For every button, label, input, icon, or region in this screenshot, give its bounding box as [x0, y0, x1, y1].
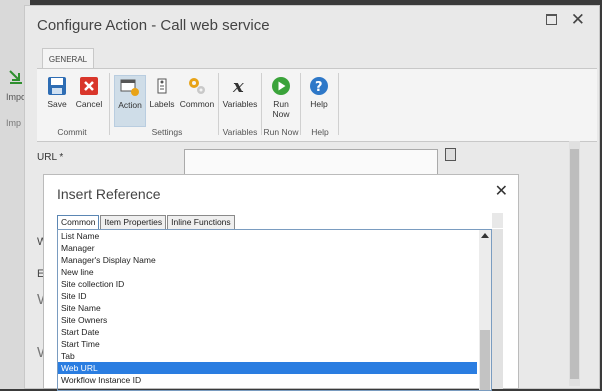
- tab-item-properties[interactable]: Item Properties: [100, 215, 167, 230]
- listbox-scrollbar[interactable]: [479, 230, 491, 390]
- group-help: Help: [311, 127, 329, 137]
- scrollbar-thumb[interactable]: [570, 149, 579, 379]
- list-item[interactable]: Site Name: [58, 302, 477, 314]
- list-item[interactable]: Tab: [58, 350, 477, 362]
- common-gears-icon: [186, 75, 208, 97]
- cancel-label: Cancel: [75, 99, 103, 109]
- ribbon-separator: [338, 73, 339, 135]
- labels-label: Labels: [149, 99, 175, 109]
- tab-area-scrollbar[interactable]: [492, 213, 503, 228]
- tab-common[interactable]: Common: [57, 215, 100, 230]
- reference-tabs: Common Item Properties Inline Functions: [57, 215, 236, 230]
- reference-items: List Name Manager Manager's Display Name…: [58, 230, 477, 386]
- labels-button[interactable]: Labels: [148, 75, 176, 109]
- variables-button[interactable]: x Variables: [222, 75, 258, 109]
- group-variables: Variables: [222, 127, 258, 137]
- group-run-now: Run Now: [263, 127, 299, 137]
- list-item[interactable]: Start Date: [58, 326, 477, 338]
- dialog-title: Configure Action - Call web service: [37, 17, 270, 34]
- help-label: Help: [310, 99, 328, 109]
- group-commit: Commit: [57, 127, 87, 137]
- action-button[interactable]: Action: [114, 75, 146, 127]
- help-button[interactable]: ? Help: [305, 75, 333, 109]
- svg-text:x: x: [232, 76, 244, 97]
- list-item[interactable]: Manager's Display Name: [58, 254, 477, 266]
- scrollbar-thumb[interactable]: [480, 330, 490, 390]
- insert-reference-close-button[interactable]: ✕: [495, 181, 508, 201]
- background-label: Impo: [6, 92, 27, 102]
- ribbon-separator: [300, 73, 301, 135]
- labels-icon: [151, 75, 173, 97]
- list-item-selected[interactable]: Web URL: [58, 362, 477, 374]
- variables-label: Variables: [222, 99, 258, 109]
- action-icon: [119, 76, 141, 98]
- cancel-button[interactable]: Cancel: [75, 75, 103, 109]
- common-label: Common: [179, 99, 215, 109]
- insert-reference-title: Insert Reference: [57, 186, 161, 202]
- cancel-icon: [78, 75, 100, 97]
- ribbon-separator: [218, 73, 219, 135]
- insert-reference-icon[interactable]: [445, 148, 456, 161]
- import-icon: [7, 68, 25, 86]
- list-item[interactable]: Manager: [58, 242, 477, 254]
- save-button[interactable]: Save: [43, 75, 71, 109]
- list-item[interactable]: Start Time: [58, 338, 477, 350]
- maximize-icon[interactable]: [546, 14, 557, 25]
- ribbon-separator: [109, 73, 110, 135]
- insert-reference-dialog: Insert Reference ✕ Common Item Properties…: [43, 174, 519, 391]
- ribbon-separator: [261, 73, 262, 135]
- list-item[interactable]: Site collection ID: [58, 278, 477, 290]
- common-button[interactable]: Common: [179, 75, 215, 109]
- reference-outer-scrollbar[interactable]: [492, 229, 503, 389]
- reference-listbox[interactable]: List Name Manager Manager's Display Name…: [57, 229, 492, 391]
- background-label-2: Imp: [6, 118, 22, 128]
- url-label: URL *: [37, 152, 64, 163]
- svg-text:?: ?: [315, 80, 323, 95]
- run-now-label: Run Now: [272, 99, 290, 119]
- ribbon: Save Cancel Action Labels Common x Varia…: [37, 68, 597, 142]
- action-label: Action: [118, 100, 142, 110]
- list-item[interactable]: Site ID: [58, 290, 477, 302]
- dialog-close-button[interactable]: ✕: [571, 10, 585, 30]
- tab-inline-functions[interactable]: Inline Functions: [167, 215, 235, 230]
- group-settings: Settings: [151, 127, 183, 137]
- list-item[interactable]: Workflow Instance ID: [58, 374, 477, 386]
- save-label: Save: [47, 99, 67, 109]
- dialog-scrollbar[interactable]: [569, 141, 580, 386]
- scroll-up-icon[interactable]: [481, 233, 489, 238]
- play-icon: [270, 75, 292, 97]
- variables-x-icon: x: [229, 75, 251, 97]
- save-icon: [46, 75, 68, 97]
- url-input[interactable]: [184, 149, 438, 175]
- list-item[interactable]: New line: [58, 266, 477, 278]
- help-icon: ?: [308, 75, 330, 97]
- list-item[interactable]: Site Owners: [58, 314, 477, 326]
- list-item[interactable]: List Name: [58, 230, 477, 242]
- run-now-button[interactable]: Run Now: [267, 75, 295, 119]
